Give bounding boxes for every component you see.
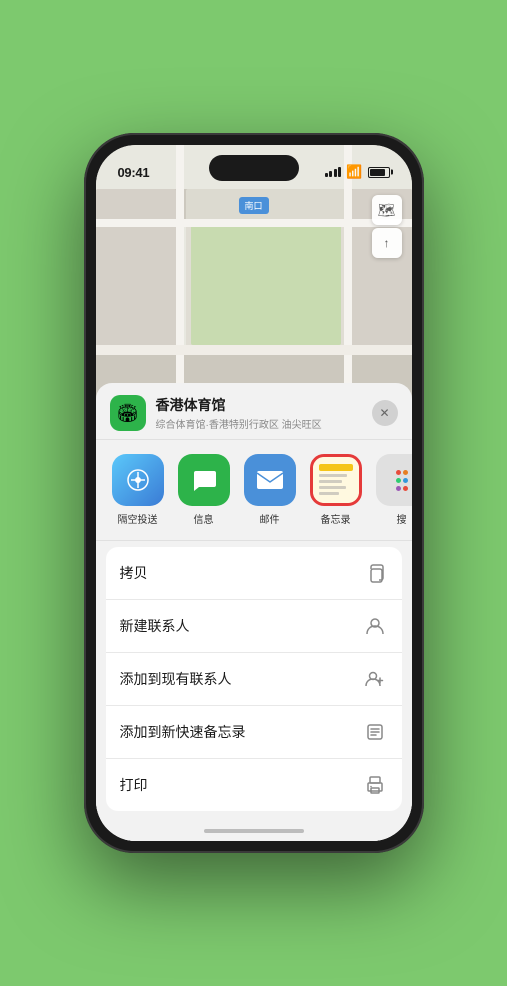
venue-info: 香港体育馆 综合体育馆·香港特别行政区 油尖旺区: [156, 395, 362, 431]
action-list: 拷贝 新建联系人: [106, 547, 402, 811]
message-label: 信息: [194, 511, 214, 526]
airdrop-icon-wrap: [112, 454, 164, 506]
action-copy-label: 拷贝: [120, 563, 148, 583]
action-new-contact[interactable]: 新建联系人: [106, 600, 402, 653]
notes-label: 备忘录: [321, 511, 351, 526]
home-bar: [204, 829, 304, 833]
venue-desc: 综合体育馆·香港特别行政区 油尖旺区: [156, 416, 362, 431]
action-quick-note-label: 添加到新快速备忘录: [120, 722, 246, 742]
message-icon-wrap: [178, 454, 230, 506]
sheet-header: 🏟 香港体育馆 综合体育馆·香港特别行政区 油尖旺区 ✕: [96, 383, 412, 440]
status-time: 09:41: [118, 165, 150, 180]
home-indicator: [96, 821, 412, 841]
share-notes[interactable]: 备忘录: [310, 454, 362, 526]
share-more[interactable]: 搜: [376, 454, 412, 526]
venue-icon: 🏟: [110, 395, 146, 431]
venue-name: 香港体育馆: [156, 395, 362, 415]
share-row: 隔空投送 信息: [96, 440, 412, 541]
share-mail[interactable]: 邮件: [244, 454, 296, 526]
action-quick-note[interactable]: 添加到新快速备忘录: [106, 706, 402, 759]
mail-label: 邮件: [260, 511, 280, 526]
action-copy[interactable]: 拷贝: [106, 547, 402, 600]
location-label: 南口: [238, 197, 268, 214]
action-print-label: 打印: [120, 775, 148, 795]
phone-frame: 09:41 📶: [84, 133, 424, 853]
phone-screen: 09:41 📶: [96, 145, 412, 841]
map-controls: 🗺 ↑: [372, 195, 402, 258]
print-icon: [362, 772, 388, 798]
action-add-contact[interactable]: 添加到现有联系人: [106, 653, 402, 706]
airdrop-label: 隔空投送: [118, 511, 158, 526]
more-icon-wrap: [376, 454, 412, 506]
map-type-button[interactable]: 🗺: [372, 195, 402, 225]
more-label: 搜: [397, 511, 407, 526]
battery-icon: [368, 167, 390, 178]
action-new-contact-label: 新建联系人: [120, 616, 190, 636]
bottom-sheet: 🏟 香港体育馆 综合体育馆·香港特别行政区 油尖旺区 ✕: [96, 383, 412, 841]
signal-bars-icon: [325, 167, 342, 177]
status-icons: 📶: [325, 164, 390, 180]
action-add-contact-label: 添加到现有联系人: [120, 669, 232, 689]
close-button[interactable]: ✕: [372, 400, 398, 426]
copy-icon: [362, 560, 388, 586]
wifi-icon: 📶: [346, 164, 362, 180]
notes-icon-wrap: [310, 454, 362, 506]
new-contact-icon: [362, 613, 388, 639]
dynamic-island: [209, 155, 299, 181]
action-print[interactable]: 打印: [106, 759, 402, 811]
share-airdrop[interactable]: 隔空投送: [112, 454, 164, 526]
share-message[interactable]: 信息: [178, 454, 230, 526]
add-contact-icon: [362, 666, 388, 692]
location-button[interactable]: ↑: [372, 228, 402, 258]
mail-icon-wrap: [244, 454, 296, 506]
quick-note-icon: [362, 719, 388, 745]
